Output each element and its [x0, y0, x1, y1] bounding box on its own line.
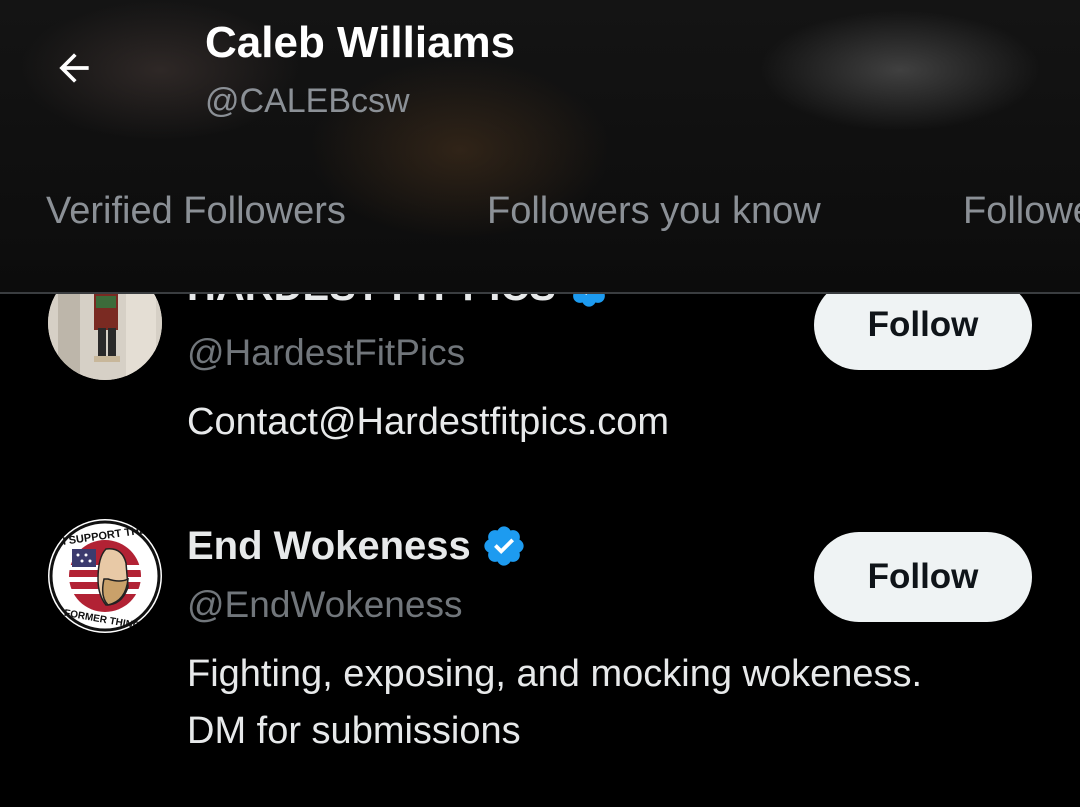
tab-verified-followers[interactable]: Verified Followers: [46, 190, 346, 233]
tab-followers[interactable]: Followers: [963, 190, 1080, 233]
page-title: Caleb Williams: [205, 18, 516, 67]
account-bio: Contact@Hardestfitpics.com: [187, 401, 670, 443]
avatar[interactable]: I SUPPORT THE FORMER THINGS: [48, 519, 162, 633]
profile-header: Caleb Williams @CALEBcsw Verified Follow…: [0, 0, 1080, 294]
list-item[interactable]: I SUPPORT THE FORMER THINGS End Wokeness…: [0, 500, 1080, 790]
verified-badge-icon: [484, 526, 524, 566]
follow-button[interactable]: Follow: [814, 532, 1032, 622]
account-handle: @HardestFitPics: [187, 332, 466, 373]
back-button[interactable]: [46, 40, 102, 96]
account-name[interactable]: End Wokeness: [187, 523, 527, 569]
account-handle: @EndWokeness: [187, 584, 463, 625]
account-bio-line: Fighting, exposing, and mocking wokeness…: [187, 653, 923, 695]
account-bio: Fighting, exposing, and mocking wokeness…: [187, 646, 1047, 760]
tab-followers-you-know[interactable]: Followers you know: [487, 190, 821, 233]
account-name-text: End Wokeness: [187, 523, 471, 568]
arrow-left-icon: [59, 53, 89, 83]
account-bio-line: DM for submissions: [187, 710, 521, 752]
profile-handle: @CALEBcsw: [205, 82, 410, 120]
